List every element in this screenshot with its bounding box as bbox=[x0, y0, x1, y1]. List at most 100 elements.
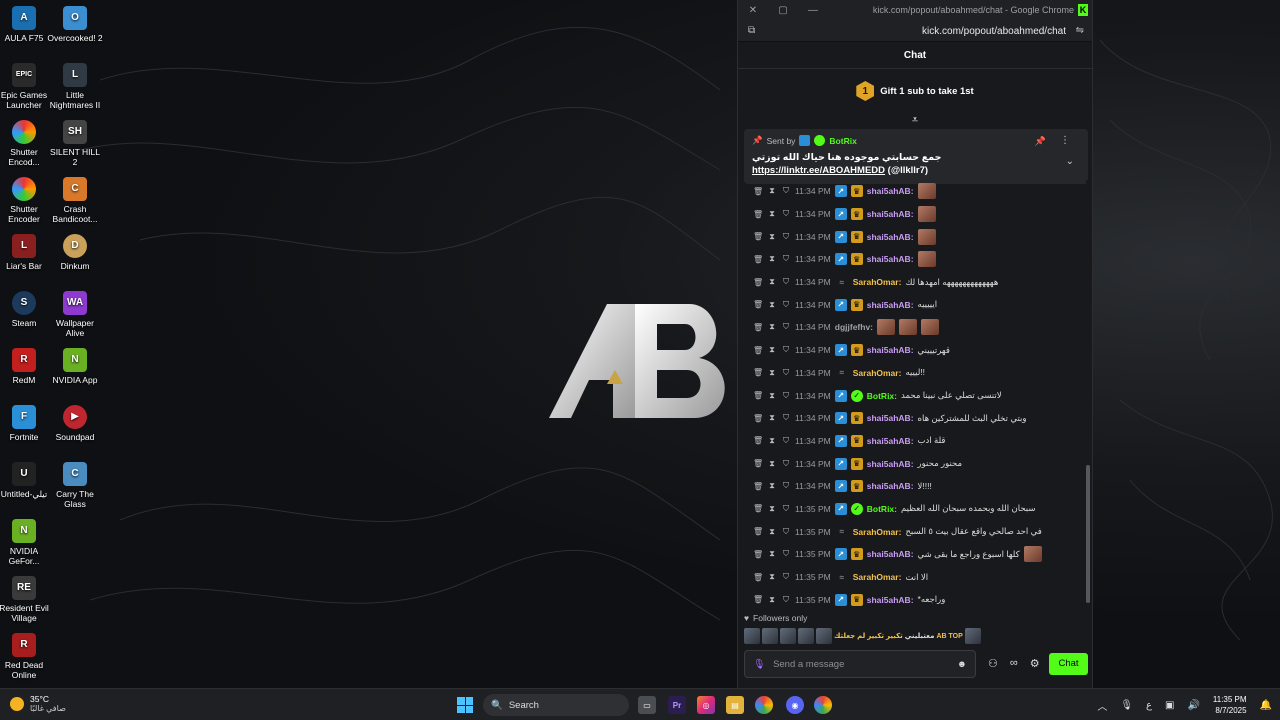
desktop-icon-epic-games[interactable]: EPIC Epic Games Launcher bbox=[0, 63, 52, 110]
mic-tray-icon[interactable]: 🎙 bbox=[1120, 700, 1133, 711]
timeout-icon[interactable]: ⧗ bbox=[767, 300, 777, 310]
chat-message-row[interactable]: 🗑 ⧗ ⛉ 11:34 PM ↗ ♛ shai5ahAB: وبتي تخلي البث لل… bbox=[738, 407, 1088, 430]
ban-shield-icon[interactable]: ⛉ bbox=[781, 572, 791, 582]
message-username[interactable]: shai5ahAB: bbox=[867, 595, 914, 605]
ban-shield-icon[interactable]: ⛉ bbox=[781, 459, 791, 469]
chat-message-row[interactable]: 🗑 ⧗ ⛉ 11:34 PM ≈ SarahOmar: هههههههههههههه امه… bbox=[738, 271, 1088, 294]
desktop-icon-steam[interactable]: S Steam bbox=[0, 291, 52, 328]
delete-message-icon[interactable]: 🗑 bbox=[753, 323, 763, 332]
chrome-active-icon[interactable] bbox=[814, 696, 832, 714]
timeout-icon[interactable]: ⧗ bbox=[767, 549, 777, 559]
timeout-icon[interactable]: ⧗ bbox=[767, 209, 777, 219]
ban-shield-icon[interactable]: ⛉ bbox=[781, 481, 791, 491]
delete-message-icon[interactable]: 🗑 bbox=[753, 346, 763, 355]
ban-shield-icon[interactable]: ⛉ bbox=[781, 413, 791, 423]
message-username[interactable]: shai5ahAB: bbox=[867, 300, 914, 310]
desktop-icon-red-dead-online[interactable]: R Red Dead Online bbox=[0, 633, 52, 680]
file-explorer-icon[interactable]: ▤ bbox=[726, 696, 744, 714]
timeout-icon[interactable]: ⧗ bbox=[767, 232, 777, 242]
desktop-icon-overcooked-2[interactable]: O Overcooked! 2 bbox=[47, 6, 103, 43]
ban-shield-icon[interactable]: ⛉ bbox=[781, 254, 791, 264]
chat-messages-list[interactable]: 🗑 ⧗ ⛉ 11:34 PM ↗ ♛ shai5ahAB: 🗑 ⧗ ⛉ 11:34 PM ↗ ♛ shai… bbox=[738, 180, 1088, 608]
message-username[interactable]: dgjjfefhv: bbox=[835, 322, 873, 332]
timeout-icon[interactable]: ⧗ bbox=[767, 572, 777, 582]
desktop-icon-liars-bar[interactable]: L Liar's Bar bbox=[0, 234, 52, 271]
ban-shield-icon[interactable]: ⛉ bbox=[781, 504, 791, 514]
message-username[interactable]: shai5ahAB: bbox=[867, 209, 914, 219]
delete-message-icon[interactable]: 🗑 bbox=[753, 573, 763, 582]
desktop-icon-nvidia-app[interactable]: N NVIDIA App bbox=[47, 348, 103, 385]
emote-icon[interactable] bbox=[744, 628, 760, 644]
discord-icon[interactable]: ◉ bbox=[786, 696, 804, 714]
chat-message-row[interactable]: 🗑 ⧗ ⛉ 11:34 PM ↗ ♛ shai5ahAB: bbox=[738, 248, 1088, 271]
desktop-icon-silent-hill-2[interactable]: SH SILENT HILL 2 bbox=[47, 120, 103, 167]
chat-message-row[interactable]: 🗑 ⧗ ⛉ 11:34 PM ↗ ♛ shai5ahAB: bbox=[738, 180, 1088, 203]
ban-shield-icon[interactable]: ⛉ bbox=[781, 549, 791, 559]
close-icon[interactable]: ✕ bbox=[738, 5, 768, 16]
delete-message-icon[interactable]: 🗑 bbox=[753, 368, 763, 377]
desktop-icon-resident-evil[interactable]: RE Resident Evil Village bbox=[0, 576, 52, 623]
chat-message-row[interactable]: 🗑 ⧗ ⛉ 11:34 PM ≈ SarahOmar: ليييه!! bbox=[738, 362, 1088, 385]
desktop-icon-soundpad[interactable]: ▶ Soundpad bbox=[47, 405, 103, 442]
desktop-icon-dinkum[interactable]: D Dinkum bbox=[47, 234, 103, 271]
delete-message-icon[interactable]: 🗑 bbox=[753, 278, 763, 287]
message-username[interactable]: shai5ahAB: bbox=[867, 232, 914, 242]
weather-widget[interactable]: 35°C صافي غالبًا bbox=[10, 694, 66, 713]
chat-message-row[interactable]: 🗑 ⧗ ⛉ 11:34 PM dgjjfefhv: bbox=[738, 316, 1088, 339]
ban-shield-icon[interactable]: ⛉ bbox=[781, 436, 791, 446]
delete-message-icon[interactable]: 🗑 bbox=[753, 595, 763, 604]
timeout-icon[interactable]: ⧗ bbox=[767, 527, 777, 537]
delete-message-icon[interactable]: 🗑 bbox=[753, 459, 763, 468]
delete-message-icon[interactable]: 🗑 bbox=[753, 187, 763, 196]
collapse-arrow-icon[interactable]: ⩡ bbox=[738, 113, 1092, 129]
ban-shield-icon[interactable]: ⛉ bbox=[781, 345, 791, 355]
emote-text[interactable]: تكبير تكبير bbox=[867, 632, 902, 640]
ban-shield-icon[interactable]: ⛉ bbox=[781, 186, 791, 196]
desktop-icon-little-nightmares[interactable]: L Little Nightmares II bbox=[47, 63, 103, 110]
desktop-icon-shutter-encoder-1[interactable]: Shutter Encod... bbox=[0, 120, 52, 167]
maximize-icon[interactable]: ▢ bbox=[768, 5, 798, 16]
emote-icon[interactable] bbox=[816, 628, 832, 644]
emoji-icon[interactable]: ☻ bbox=[957, 659, 967, 670]
instagram-icon[interactable]: ◎ bbox=[697, 696, 715, 714]
site-settings-icon[interactable]: ⇋ bbox=[1076, 25, 1084, 36]
pinned-bot-name[interactable]: BotRix bbox=[829, 136, 856, 146]
desktop-icon-shutter-encoder-2[interactable]: Shutter Encoder bbox=[0, 177, 52, 224]
chat-message-row[interactable]: 🗑 ⧗ ⛉ 11:34 PM ↗ ♛ shai5ahAB: محنور محنور bbox=[738, 452, 1088, 475]
chat-message-row[interactable]: 🗑 ⧗ ⛉ 11:34 PM ↗ ♛ shai5ahAB: bbox=[738, 225, 1088, 248]
language-indicator[interactable]: ع bbox=[1146, 700, 1152, 711]
message-username[interactable]: SarahOmar: bbox=[853, 368, 902, 378]
message-username[interactable]: shai5ahAB: bbox=[867, 549, 914, 559]
chat-message-row[interactable]: 🗑 ⧗ ⛉ 11:35 PM ≈ SarahOmar: الا انت bbox=[738, 566, 1088, 589]
delete-message-icon[interactable]: 🗑 bbox=[753, 255, 763, 264]
chat-message-row[interactable]: 🗑 ⧗ ⛉ 11:34 PM ↗ ♛ shai5ahAB: لا!!!! bbox=[738, 475, 1088, 498]
desktop-icon-carry-the-glass[interactable]: C Carry The Glass bbox=[47, 462, 103, 509]
message-username[interactable]: BotRix: bbox=[867, 391, 897, 401]
message-username[interactable]: shai5ahAB: bbox=[867, 345, 914, 355]
timeout-icon[interactable]: ⧗ bbox=[767, 413, 777, 423]
timeout-icon[interactable]: ⧗ bbox=[767, 322, 777, 332]
ban-shield-icon[interactable]: ⛉ bbox=[781, 322, 791, 332]
timeout-icon[interactable]: ⧗ bbox=[767, 345, 777, 355]
chat-message-row[interactable]: 🗑 ⧗ ⛉ 11:34 PM ↗ ✓ BotRix: لاتنسى تصلي على نبين… bbox=[738, 384, 1088, 407]
desktop-icon-nvidia-geforce[interactable]: N NVIDIA GeFor... bbox=[0, 519, 52, 566]
start-button[interactable] bbox=[457, 697, 473, 713]
message-username[interactable]: shai5ahAB: bbox=[867, 186, 914, 196]
emote-text[interactable]: معتبليني bbox=[905, 632, 935, 640]
ban-shield-icon[interactable]: ⛉ bbox=[781, 527, 791, 537]
timeout-icon[interactable]: ⧗ bbox=[767, 436, 777, 446]
emote-text[interactable]: لم جعلتك bbox=[834, 632, 865, 640]
delete-message-icon[interactable]: 🗑 bbox=[753, 210, 763, 219]
ban-shield-icon[interactable]: ⛉ bbox=[781, 300, 791, 310]
premiere-pro-icon[interactable]: Pr bbox=[668, 696, 686, 714]
desktop-icon-crash-bandicoot[interactable]: C Crash Bandicoot... bbox=[47, 177, 103, 224]
clock[interactable]: 11:35 PM 8/7/2025 bbox=[1213, 694, 1247, 716]
message-username[interactable]: shai5ahAB: bbox=[867, 436, 914, 446]
timeout-icon[interactable]: ⧗ bbox=[767, 391, 777, 401]
delete-message-icon[interactable]: 🗑 bbox=[753, 232, 763, 241]
ban-shield-icon[interactable]: ⛉ bbox=[781, 595, 791, 605]
volume-icon[interactable]: 🔊 bbox=[1187, 700, 1199, 711]
ban-shield-icon[interactable]: ⛉ bbox=[781, 391, 791, 401]
message-username[interactable]: SarahOmar: bbox=[853, 572, 902, 582]
delete-message-icon[interactable]: 🗑 bbox=[753, 550, 763, 559]
